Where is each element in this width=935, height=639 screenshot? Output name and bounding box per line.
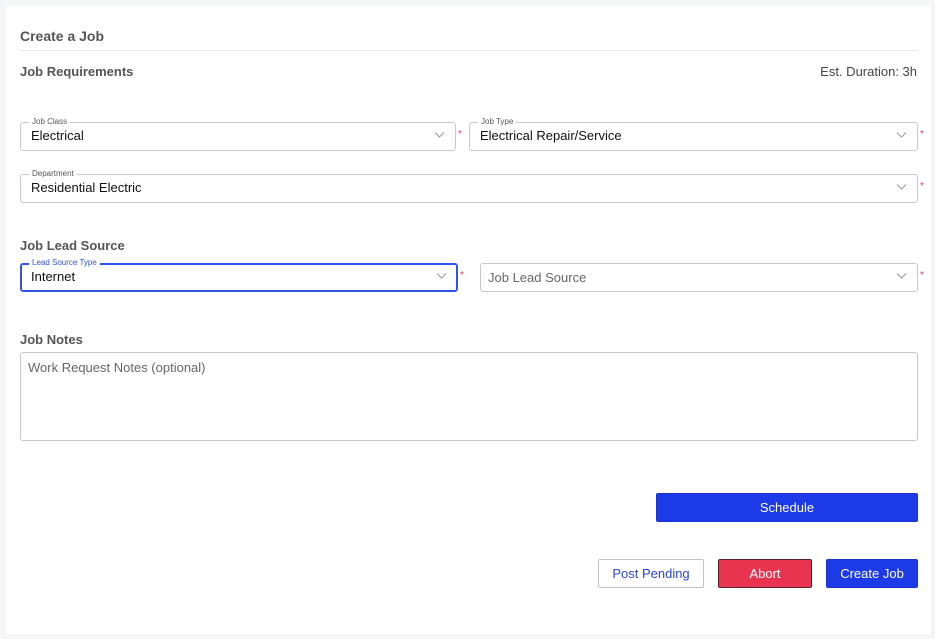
department-label: Department xyxy=(29,168,77,179)
job-class-required-marker: * xyxy=(458,129,462,140)
job-type-required-marker: * xyxy=(920,129,924,140)
create-job-button[interactable]: Create Job xyxy=(826,559,918,588)
post-pending-button[interactable]: Post Pending xyxy=(598,559,704,588)
job-class-value: Electrical xyxy=(31,128,84,143)
title-divider xyxy=(20,50,917,51)
schedule-button[interactable]: Schedule xyxy=(656,493,918,522)
page-title: Create a Job xyxy=(20,28,105,44)
job-notes-textarea[interactable]: Work Request Notes (optional) xyxy=(20,352,918,441)
job-lead-source-select[interactable]: Job Lead Source xyxy=(480,263,918,292)
department-value: Residential Electric xyxy=(31,180,142,195)
chevron-down-icon xyxy=(896,184,907,190)
job-type-select[interactable]: Job Type Electrical Repair/Service xyxy=(469,116,918,151)
lead-source-type-value: Internet xyxy=(31,269,76,284)
job-type-value: Electrical Repair/Service xyxy=(480,128,622,143)
abort-button[interactable]: Abort xyxy=(718,559,812,588)
department-required-marker: * xyxy=(920,181,924,192)
job-class-select[interactable]: Job Class Electrical xyxy=(20,116,456,151)
job-notes-heading: Job Notes xyxy=(20,332,83,347)
chevron-down-icon xyxy=(896,273,907,279)
chevron-down-icon xyxy=(896,132,907,138)
est-duration: Est. Duration: 3h xyxy=(820,64,917,79)
chevron-down-icon xyxy=(434,132,445,138)
job-class-label: Job Class xyxy=(29,116,71,127)
job-lead-source-placeholder: Job Lead Source xyxy=(488,270,587,285)
create-job-card: Create a Job Job Requirements Est. Durat… xyxy=(6,6,931,634)
job-requirements-heading: Job Requirements xyxy=(20,64,134,79)
job-type-label: Job Type xyxy=(478,116,517,127)
job-lead-source-heading: Job Lead Source xyxy=(20,238,125,253)
job-notes-placeholder: Work Request Notes (optional) xyxy=(28,360,206,375)
lead-source-type-select[interactable]: Lead Source Type Internet xyxy=(20,257,458,292)
job-lead-source-required-marker: * xyxy=(920,270,924,281)
department-select[interactable]: Department Residential Electric xyxy=(20,168,918,203)
chevron-down-icon xyxy=(436,273,447,279)
lead-source-type-label: Lead Source Type xyxy=(29,257,100,268)
lead-source-type-required-marker: * xyxy=(460,270,464,281)
